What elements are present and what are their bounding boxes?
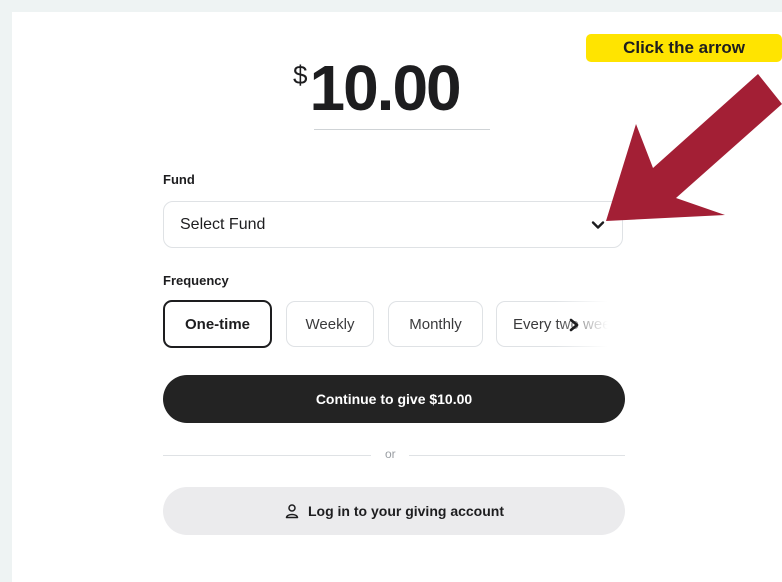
callout-label: Click the arrow [586,34,782,62]
pointer-arrow-annotation [606,74,782,221]
